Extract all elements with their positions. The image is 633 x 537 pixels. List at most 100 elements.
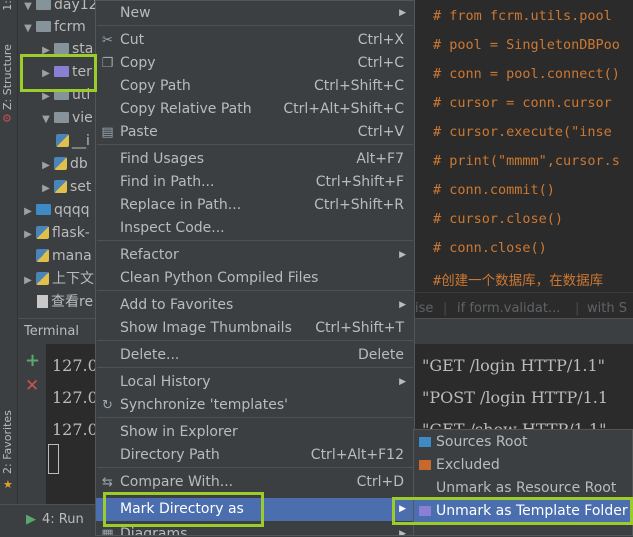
tree-item-label: mana bbox=[52, 248, 92, 264]
tree-item-label: __i bbox=[72, 133, 90, 149]
python-file-icon bbox=[36, 271, 49, 285]
menu-item-paste[interactable]: ▤ Paste Ctrl+V bbox=[96, 121, 414, 144]
menu-separator bbox=[97, 417, 413, 418]
tree-item-label: flask- bbox=[52, 225, 90, 241]
code-line: # cursor.execute("inse bbox=[433, 124, 612, 140]
tree-item-label: 上下文 bbox=[52, 271, 94, 287]
menu-item-label: Show Image Thumbnails bbox=[120, 320, 292, 336]
menu-item-compare-with[interactable]: ⇆ Compare With... Ctrl+D bbox=[96, 471, 414, 494]
tree-item[interactable]: ▶ 上下文 bbox=[22, 268, 94, 291]
menu-item-shortcut: Ctrl+Shift+R bbox=[314, 197, 404, 213]
expand-right-icon[interactable]: ▶ bbox=[22, 223, 34, 246]
tree-item[interactable]: ▼ day12 bbox=[22, 0, 98, 17]
python-file-icon bbox=[36, 248, 49, 262]
menu-item-find-in-path[interactable]: Find in Path... Ctrl+Shift+F bbox=[96, 171, 414, 194]
tree-item[interactable]: __i bbox=[54, 130, 90, 153]
breadcrumb-item[interactable]: with S bbox=[587, 301, 627, 316]
diagram-icon: ▦ bbox=[101, 527, 114, 536]
python-file-icon bbox=[54, 156, 67, 170]
code-line: # cursor.close() bbox=[433, 211, 564, 227]
folder-icon bbox=[54, 42, 69, 54]
menu-item-directory-path[interactable]: Directory Path Ctrl+Alt+F12 bbox=[96, 444, 414, 467]
code-line: # conn = pool.connect() bbox=[433, 66, 620, 82]
menu-item-clean-python-compiled-files[interactable]: Clean Python Compiled Files bbox=[96, 267, 414, 290]
breadcrumb-separator: | bbox=[575, 301, 580, 316]
menu-separator bbox=[97, 340, 413, 341]
expand-right-icon[interactable]: ▶ bbox=[40, 154, 52, 177]
tree-item[interactable]: ▶ db bbox=[40, 153, 88, 176]
menu-item-delete[interactable]: Delete... Delete bbox=[96, 344, 414, 367]
expand-right-icon[interactable]: ▶ bbox=[22, 269, 34, 292]
menu-item-label: Find Usages bbox=[120, 151, 205, 167]
tree-item-label: set bbox=[70, 179, 92, 195]
menu-item-refactor[interactable]: Refactor ▶ bbox=[96, 244, 414, 267]
menu-separator bbox=[97, 367, 413, 368]
menu-item-local-history[interactable]: Local History ▶ bbox=[96, 371, 414, 394]
menu-item-label: Add to Favorites bbox=[120, 297, 234, 313]
run-tab[interactable]: 4: Run bbox=[42, 512, 84, 527]
menu-item-inspect-code[interactable]: Inspect Code... bbox=[96, 217, 414, 240]
submenu-arrow-icon: ▶ bbox=[399, 250, 406, 260]
tree-item[interactable]: ▼ fcrm bbox=[22, 16, 86, 39]
menu-item-cut[interactable]: ✂ Cut Ctrl+X bbox=[96, 29, 414, 52]
favorites-tab[interactable]: 2: Favorites bbox=[1, 402, 14, 474]
menu-item-show-image-thumbnails[interactable]: Show Image Thumbnails Ctrl+Shift+T bbox=[96, 317, 414, 340]
code-line: # pool = SingletonDBPoo bbox=[433, 37, 620, 53]
terminal-title: Terminal bbox=[24, 324, 79, 339]
close-terminal-icon[interactable]: ✕ bbox=[25, 376, 39, 396]
expand-right-icon[interactable]: ▶ bbox=[22, 200, 34, 223]
project-tab[interactable]: 1: bbox=[1, 0, 14, 11]
breadcrumb-item[interactable]: ise bbox=[415, 301, 433, 316]
highlight-mark-directory-as bbox=[103, 492, 264, 527]
python-file-icon bbox=[36, 225, 49, 239]
code-editor[interactable]: # from fcrm.utils.pool # pool = Singleton… bbox=[415, 0, 633, 292]
breadcrumb-item[interactable]: if form.validat... bbox=[457, 301, 560, 316]
document-icon bbox=[37, 294, 48, 308]
menu-item-new[interactable]: New ▶ bbox=[96, 2, 414, 25]
structure-tab[interactable]: Z: Structure bbox=[1, 40, 14, 110]
sync-icon: ↻ bbox=[102, 398, 113, 413]
structure-icon: ⚙ bbox=[2, 112, 12, 125]
menu-item-copy-relative-path[interactable]: Copy Relative Path Ctrl+Alt+Shift+C bbox=[96, 98, 414, 121]
menu-item-label: Synchronize 'templates' bbox=[120, 397, 288, 413]
tree-item[interactable]: ▶ set bbox=[40, 176, 91, 199]
tree-item[interactable]: ▶ flask- bbox=[22, 222, 90, 245]
menu-item-label: Clean Python Compiled Files bbox=[120, 270, 319, 286]
context-menu: New ▶ ✂ Cut Ctrl+X ❐ Copy Ctrl+C Copy Path Ctrl+S… bbox=[95, 0, 415, 536]
submenu-item-sources-root[interactable]: Sources Root bbox=[414, 431, 632, 454]
terminal-cursor bbox=[48, 444, 59, 474]
terminal-ip: 127.0 bbox=[52, 420, 98, 439]
menu-item-shortcut: Ctrl+Alt+Shift+C bbox=[283, 101, 404, 117]
tree-item[interactable]: ▼ vie bbox=[40, 107, 93, 130]
menu-item-label: Find in Path... bbox=[120, 174, 215, 190]
submenu-item-excluded[interactable]: Excluded bbox=[414, 454, 632, 477]
menu-item-label: Inspect Code... bbox=[120, 220, 225, 236]
tree-item[interactable]: ▶ qqqq bbox=[22, 199, 89, 223]
menu-item-label: Delete... bbox=[120, 347, 180, 363]
code-line: # cursor = conn.cursor bbox=[433, 95, 612, 111]
menu-item-replace-in-path[interactable]: Replace in Path... Ctrl+Shift+R bbox=[96, 194, 414, 217]
code-line: #创建一个数据库，在数据库 bbox=[433, 273, 604, 289]
tree-item[interactable]: mana bbox=[34, 245, 92, 268]
menu-item-copy-path[interactable]: Copy Path Ctrl+Shift+C bbox=[96, 75, 414, 98]
menu-item-label: Copy Relative Path bbox=[120, 101, 252, 117]
expand-right-icon[interactable]: ▶ bbox=[40, 177, 52, 200]
terminal-ip: 127.0 bbox=[52, 356, 98, 375]
menu-item-shortcut: Ctrl+Shift+F bbox=[315, 174, 404, 190]
menu-item-add-to-favorites[interactable]: Add to Favorites ▶ bbox=[96, 294, 414, 317]
add-terminal-icon[interactable]: + bbox=[25, 350, 40, 371]
scissors-icon: ✂ bbox=[102, 33, 113, 48]
tree-item-label: day12 bbox=[54, 0, 98, 13]
menu-item-shortcut: Ctrl+Shift+C bbox=[314, 78, 404, 94]
menu-item-copy[interactable]: ❐ Copy Ctrl+C bbox=[96, 52, 414, 75]
tree-item[interactable]: 查看re bbox=[34, 291, 93, 314]
menu-item-synchronize-templates[interactable]: ↻ Synchronize 'templates' bbox=[96, 394, 414, 417]
highlight-unmark-template-folder bbox=[392, 497, 633, 525]
submenu-item-label: Excluded bbox=[436, 457, 500, 473]
menu-item-show-in-explorer[interactable]: Show in Explorer bbox=[96, 421, 414, 444]
menu-item-find-usages[interactable]: Find Usages Alt+F7 bbox=[96, 148, 414, 171]
compare-icon: ⇆ bbox=[102, 475, 113, 490]
expand-down-icon[interactable]: ▼ bbox=[22, 17, 34, 40]
menu-separator bbox=[97, 240, 413, 241]
expand-down-icon[interactable]: ▼ bbox=[40, 108, 52, 131]
